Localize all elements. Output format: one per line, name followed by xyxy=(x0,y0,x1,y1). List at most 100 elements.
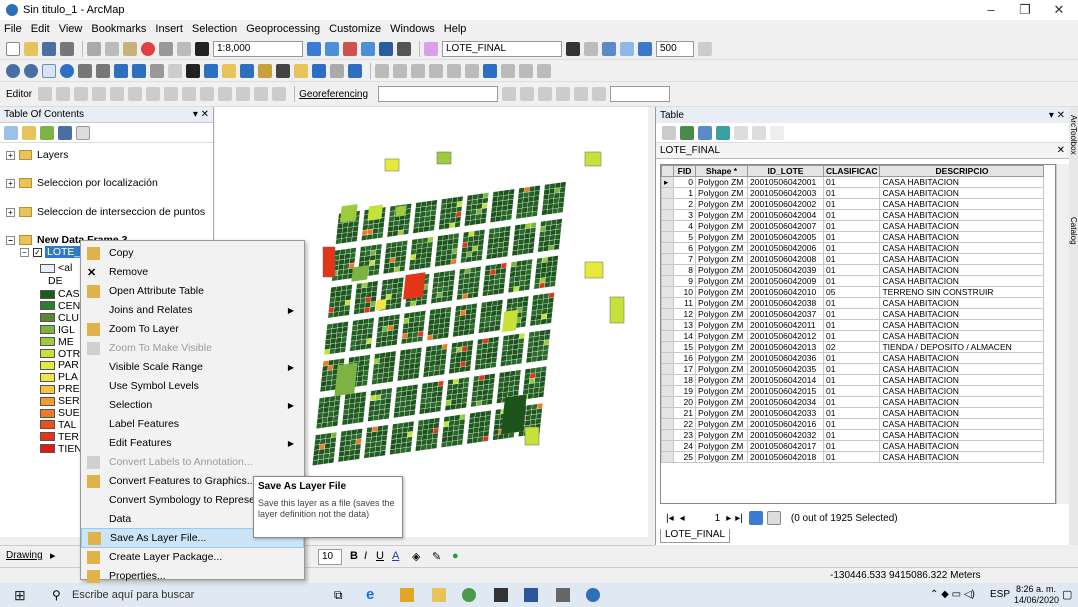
attributes-icon[interactable] xyxy=(236,87,251,101)
related-tables-icon[interactable] xyxy=(680,125,694,140)
menu-item-convert-labels-to-annotation[interactable]: Convert Labels to Annotation... xyxy=(81,452,304,472)
row-selector[interactable] xyxy=(661,385,674,397)
row-selector[interactable] xyxy=(661,396,674,408)
find-icon[interactable] xyxy=(276,63,290,78)
table-cell[interactable]: 20010506042012 xyxy=(747,330,824,342)
table-cell[interactable]: 20010506042003 xyxy=(747,187,824,199)
split-icon[interactable] xyxy=(200,87,215,101)
taskbar-search[interactable]: Escribe aquí para buscar xyxy=(72,589,194,601)
table-cell[interactable]: 22 xyxy=(673,418,696,430)
list-by-visibility-icon[interactable] xyxy=(40,125,54,140)
zoom-value-combo[interactable]: 500 xyxy=(656,40,694,57)
table-cell[interactable]: 10 xyxy=(673,286,696,298)
row-selector[interactable] xyxy=(661,220,674,232)
table-cell[interactable]: Polygon ZM xyxy=(695,352,748,364)
table-cell[interactable]: 1 xyxy=(673,187,696,199)
table-cell[interactable]: Polygon ZM xyxy=(695,176,748,188)
table-row[interactable]: 17 Polygon ZM 20010506042035 01 CASA HABITAC… xyxy=(661,363,1045,375)
row-selector[interactable] xyxy=(661,374,674,386)
row-selector[interactable] xyxy=(661,297,674,309)
table-cell[interactable]: 01 xyxy=(822,352,881,364)
table-cell[interactable]: 20010506042018 xyxy=(747,451,824,463)
row-selector[interactable] xyxy=(661,363,674,375)
back-icon[interactable] xyxy=(114,63,128,78)
legend-item[interactable]: CAS xyxy=(40,288,80,300)
row-selector[interactable] xyxy=(661,418,674,430)
table-row[interactable]: 1 Polygon ZM 20010506042003 01 CASA HABITACI… xyxy=(661,187,1045,199)
snap-icon[interactable] xyxy=(584,41,598,56)
row-selector[interactable] xyxy=(661,264,674,276)
clock-time[interactable]: 8:26 a. m. xyxy=(1014,584,1058,594)
table-cell[interactable]: CASA HABITACION xyxy=(879,330,1045,342)
dropdown-icon[interactable] xyxy=(566,41,580,56)
menu-geoprocessing[interactable]: Geoprocessing xyxy=(246,23,320,35)
select-by-attributes-icon[interactable] xyxy=(698,125,712,140)
table-tab[interactable]: LOTE_FINAL xyxy=(660,529,731,543)
topology-4-icon[interactable] xyxy=(429,63,443,78)
attribute-grid[interactable]: FID Shape * ID_LOTE CLASIFICAC DESCRIPCI… xyxy=(660,164,1056,504)
identify-icon[interactable] xyxy=(204,63,218,78)
table-row[interactable]: 11 Polygon ZM 20010506042038 01 CASA HABITAC… xyxy=(661,297,1045,309)
row-selector[interactable] xyxy=(661,198,674,210)
table-cell[interactable]: Polygon ZM xyxy=(695,330,748,342)
table-row[interactable]: 2 Polygon ZM 20010506042002 01 CASA HABITACI… xyxy=(661,198,1045,210)
table-cell[interactable]: 0 xyxy=(673,176,696,188)
table-cell[interactable]: 3 xyxy=(673,209,696,221)
table-cell[interactable]: Polygon ZM xyxy=(695,374,748,386)
measure-icon[interactable] xyxy=(258,63,272,78)
table-cell[interactable]: 20010506042005 xyxy=(747,231,824,243)
hyperlink-icon[interactable] xyxy=(222,63,236,78)
georef-input[interactable] xyxy=(610,86,671,102)
word-icon[interactable] xyxy=(524,588,538,602)
table-cell[interactable]: 01 xyxy=(822,187,881,199)
legend-item[interactable]: PAR xyxy=(40,359,79,371)
save-icon[interactable] xyxy=(42,41,56,56)
menu-bookmarks[interactable]: Bookmarks xyxy=(91,23,146,35)
table-cell[interactable]: 01 xyxy=(822,308,881,320)
row-selector[interactable] xyxy=(661,253,674,265)
legend-item[interactable]: IGL xyxy=(40,324,75,336)
menu-help[interactable]: Help xyxy=(444,23,467,35)
table-row[interactable]: 6 Polygon ZM 20010506042006 01 CASA HABITACI… xyxy=(661,242,1045,254)
table-cell[interactable]: 20010506042033 xyxy=(747,407,824,419)
viewer-georef-icon[interactable] xyxy=(592,87,607,101)
reshape-icon[interactable] xyxy=(164,87,179,101)
table-cell[interactable]: 01 xyxy=(822,297,881,309)
table-cell[interactable]: 01 xyxy=(822,363,881,375)
table-cell[interactable]: Polygon ZM xyxy=(695,275,748,287)
table-cell[interactable]: Polygon ZM xyxy=(695,451,748,463)
table-cell[interactable]: 2 xyxy=(673,198,696,210)
table-cell[interactable]: 20010506042013 xyxy=(747,341,824,353)
fill-color-icon[interactable]: ◈ xyxy=(412,550,420,563)
table-cell[interactable]: CASA HABITACION xyxy=(879,242,1045,254)
table-cell[interactable]: 15 xyxy=(673,341,696,353)
menu-item-copy[interactable]: Copy xyxy=(81,243,304,263)
edit-annotation-icon[interactable] xyxy=(56,87,71,101)
toc-window-icon[interactable] xyxy=(325,41,339,56)
table-cell[interactable]: Polygon ZM xyxy=(695,418,748,430)
table-cell[interactable]: 01 xyxy=(822,385,881,397)
table-cell[interactable]: Polygon ZM xyxy=(695,308,748,320)
pan-icon[interactable] xyxy=(42,63,56,78)
table-cell[interactable]: 14 xyxy=(673,330,696,342)
delete-selected-icon[interactable] xyxy=(752,125,766,140)
table-row[interactable]: 14 Polygon ZM 20010506042012 01 CASA HABITAC… xyxy=(661,330,1045,342)
table-cell[interactable]: CASA HABITACION xyxy=(879,407,1045,419)
table-cell[interactable]: 18 xyxy=(673,374,696,386)
table-cell[interactable]: 8 xyxy=(673,264,696,276)
table-cell[interactable]: CASA HABITACION xyxy=(879,396,1045,408)
col-descripcio[interactable]: DESCRIPCIO xyxy=(879,165,1045,177)
arcmap-task-icon[interactable] xyxy=(586,588,600,602)
menu-item-zoom-to-make-visible[interactable]: Zoom To Make Visible xyxy=(81,338,304,358)
row-selector[interactable] xyxy=(661,231,674,243)
table-cell[interactable]: TIENDA / DEPOSITO / ALMACEN xyxy=(879,341,1045,353)
table-cell[interactable]: 20010506042034 xyxy=(747,396,824,408)
table-cell[interactable]: CASA HABITACION xyxy=(879,198,1045,210)
table-cell[interactable]: CASA HABITACION xyxy=(879,385,1045,397)
minimize-button[interactable]: – xyxy=(974,0,1008,20)
edge-icon[interactable]: e xyxy=(366,586,374,603)
list-by-selection-icon[interactable] xyxy=(58,125,72,140)
table-cell[interactable]: CASA HABITACION xyxy=(879,231,1045,243)
marker-color-icon[interactable]: ● xyxy=(452,550,459,562)
table-row[interactable]: 7 Polygon ZM 20010506042008 01 CASA HABITACI… xyxy=(661,253,1045,265)
